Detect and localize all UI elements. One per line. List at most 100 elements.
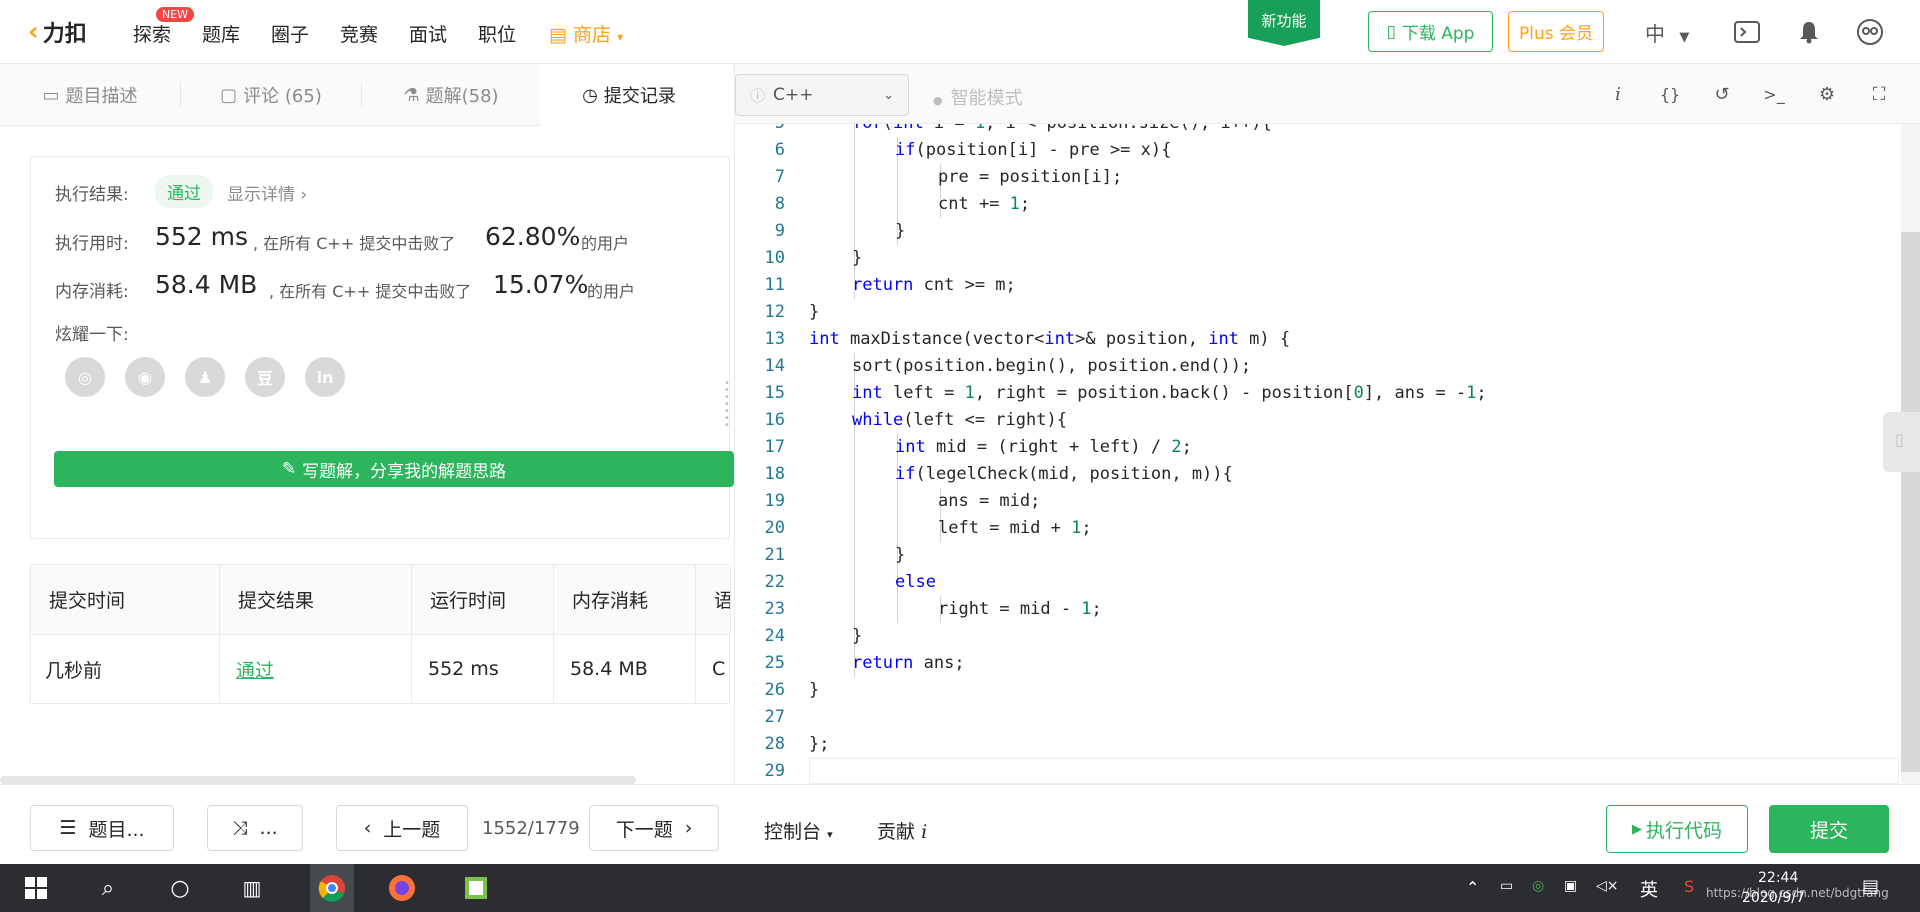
info-italic-icon: i	[921, 821, 928, 843]
tab-solutions[interactable]: ⚗ 题解(58)	[362, 64, 540, 126]
indent-guide	[854, 137, 855, 164]
next-problem-button[interactable]: 下一题 ›	[589, 805, 719, 851]
nav-store[interactable]: ▤ 商店 ▾	[549, 20, 623, 47]
code-line[interactable]: 23 right = mid - 1;	[735, 596, 1901, 623]
code-line[interactable]: 12}	[735, 299, 1901, 326]
code-line[interactable]: 5 for(int i = 1; i < position.size(); i++…	[735, 124, 1901, 137]
run-code-button[interactable]: ▶ 执行代码	[1606, 805, 1748, 853]
terminal-icon[interactable]: >_	[1762, 82, 1786, 106]
write-solution-label: 写题解，分享我的解题思路	[302, 461, 507, 482]
cortana-icon[interactable]: ○	[164, 872, 196, 904]
submit-button[interactable]: 提交	[1769, 805, 1889, 853]
notification-icon[interactable]: ▤	[1862, 876, 1879, 897]
search-icon[interactable]: ⌕	[92, 872, 124, 904]
playground-icon[interactable]	[1733, 18, 1761, 46]
wechat-tray-icon[interactable]: ◎	[1532, 878, 1544, 894]
qq-icon[interactable]: ♟	[185, 357, 225, 397]
code-line[interactable]: 15 int left = 1, right = position.back() …	[735, 380, 1901, 407]
contribute-link[interactable]: 贡献 i	[877, 817, 927, 844]
wechat-icon[interactable]: ◎	[65, 357, 105, 397]
sogou-icon[interactable]: S	[1684, 877, 1694, 896]
clock-time[interactable]: 22:44	[1758, 870, 1798, 886]
code-line[interactable]: 27	[735, 704, 1901, 731]
volume-icon[interactable]: ◁×	[1596, 878, 1619, 894]
indent-guide	[854, 191, 855, 218]
douban-icon[interactable]: 豆	[245, 357, 285, 397]
random-button[interactable]: ⤨ ...	[207, 805, 303, 851]
code-line[interactable]: 21}	[735, 542, 1901, 569]
code-line[interactable]: 17 int mid = (right + left) / 2;	[735, 434, 1901, 461]
next-label: 下一题	[615, 818, 673, 841]
code-line[interactable]: 28};	[735, 731, 1901, 758]
nav-contest[interactable]: 竞赛	[340, 20, 378, 47]
network-icon[interactable]: ▣	[1564, 878, 1577, 894]
code-line[interactable]: 9}	[735, 218, 1901, 245]
ime-indicator[interactable]: 英	[1640, 876, 1658, 902]
nav-problems[interactable]: 题库	[202, 20, 240, 47]
info-italic-icon[interactable]: i	[1606, 82, 1630, 106]
language-select[interactable]: ⓘ C++ ⌄	[735, 74, 909, 116]
code-line[interactable]: 18 if(legelCheck(mid, position, m)){	[735, 461, 1901, 488]
code-line[interactable]: 24}	[735, 623, 1901, 650]
code-line[interactable]: 6 if(position[i] - pre >= x){	[735, 137, 1901, 164]
chrome-icon[interactable]	[310, 864, 354, 912]
windows-start-icon[interactable]	[20, 872, 52, 904]
pane-resize-handle[interactable]: • • • • • • •	[724, 379, 730, 450]
code-line[interactable]: 25 return ans;	[735, 650, 1901, 677]
clock-date[interactable]: 2020/9/7	[1742, 890, 1805, 906]
write-solution-button[interactable]: ✎ 写题解，分享我的解题思路	[54, 451, 734, 487]
code-line[interactable]: 10}	[735, 245, 1901, 272]
tab-comments[interactable]: ▢ 评论 (65)	[181, 64, 361, 126]
code-line[interactable]: 16 while(left <= right){	[735, 407, 1901, 434]
plus-member-button[interactable]: Plus 会员	[1508, 11, 1604, 52]
new-feature-tag[interactable]: 新功能	[1248, 0, 1320, 46]
leetcode-logo[interactable]: ‹ 力扣	[28, 16, 87, 48]
code-line[interactable]: 19 ans = mid;	[735, 488, 1901, 515]
avatar[interactable]	[1856, 18, 1884, 46]
line-number: 27	[764, 707, 785, 727]
prev-problem-button[interactable]: ‹ 上一题	[336, 805, 468, 851]
code-line[interactable]: 14 sort(position.begin(), position.end())…	[735, 353, 1901, 380]
linkedin-icon[interactable]: in	[305, 357, 345, 397]
braces-icon[interactable]: {}	[1658, 82, 1682, 106]
firefox-icon[interactable]	[386, 872, 418, 904]
code-editor[interactable]: 5 for(int i = 1; i < position.size(); i++…	[735, 124, 1901, 784]
settings-icon[interactable]: ⚙	[1815, 82, 1839, 106]
line-number: 17	[764, 437, 785, 457]
code-line[interactable]: 26}	[735, 677, 1901, 704]
notepad-icon[interactable]	[460, 872, 492, 904]
code-line[interactable]: 8 cnt += 1;	[735, 191, 1901, 218]
smart-mode-toggle[interactable]: ● 智能模式	[933, 84, 1023, 110]
floating-note-button[interactable]: ▯	[1883, 412, 1920, 472]
fullscreen-icon[interactable]: ⛶	[1867, 82, 1891, 106]
tab-description-label: 题目描述	[65, 86, 138, 107]
battery-icon[interactable]: ▭	[1500, 878, 1513, 894]
nav-jobs[interactable]: 职位	[478, 20, 516, 47]
task-view-icon[interactable]: ▥	[236, 872, 268, 904]
tab-description[interactable]: ▭ 题目描述	[0, 64, 180, 126]
tray-up-icon[interactable]: ⌃	[1466, 878, 1479, 897]
code-line[interactable]: 11 return cnt >= m;	[735, 272, 1901, 299]
code-line[interactable]: 22 else	[735, 569, 1901, 596]
comment-icon: ▢	[220, 84, 238, 106]
code-line[interactable]: 7 pre = position[i];	[735, 164, 1901, 191]
bell-icon[interactable]	[1795, 18, 1823, 46]
nav-circle[interactable]: 圈子	[271, 20, 309, 47]
tab-submissions[interactable]: ◷ 提交记录	[540, 64, 718, 126]
download-app-button[interactable]: ▯ 下载 App	[1368, 11, 1493, 52]
code-line[interactable]: 13 int maxDistance(vector<int>& position,…	[735, 326, 1901, 353]
reset-icon[interactable]: ↺	[1710, 82, 1734, 106]
submission-status-link[interactable]: 通过	[220, 635, 412, 703]
code-line[interactable]: 20 left = mid + 1;	[735, 515, 1901, 542]
code-text: sort(position.begin(), position.end());	[852, 356, 1252, 376]
show-details-link[interactable]: 显示详情 ›	[227, 180, 307, 205]
top-navigation: ‹ 力扣 探索 NEW 题库 圈子 竞赛 面试 职位 ▤ 商店 ▾ 新功能 ▯ …	[0, 0, 1920, 64]
weibo-icon[interactable]: ◉	[125, 357, 165, 397]
console-toggle[interactable]: 控制台 ▾	[764, 817, 833, 844]
nav-interview[interactable]: 面试	[409, 20, 447, 47]
scrollbar-thumb[interactable]	[1901, 232, 1920, 772]
nav-explore[interactable]: 探索	[133, 20, 171, 47]
problem-list-button[interactable]: ☰ 题目...	[30, 805, 174, 851]
language-switch[interactable]: 中 ▼	[1645, 18, 1689, 47]
horizontal-scrollbar[interactable]	[0, 776, 636, 784]
